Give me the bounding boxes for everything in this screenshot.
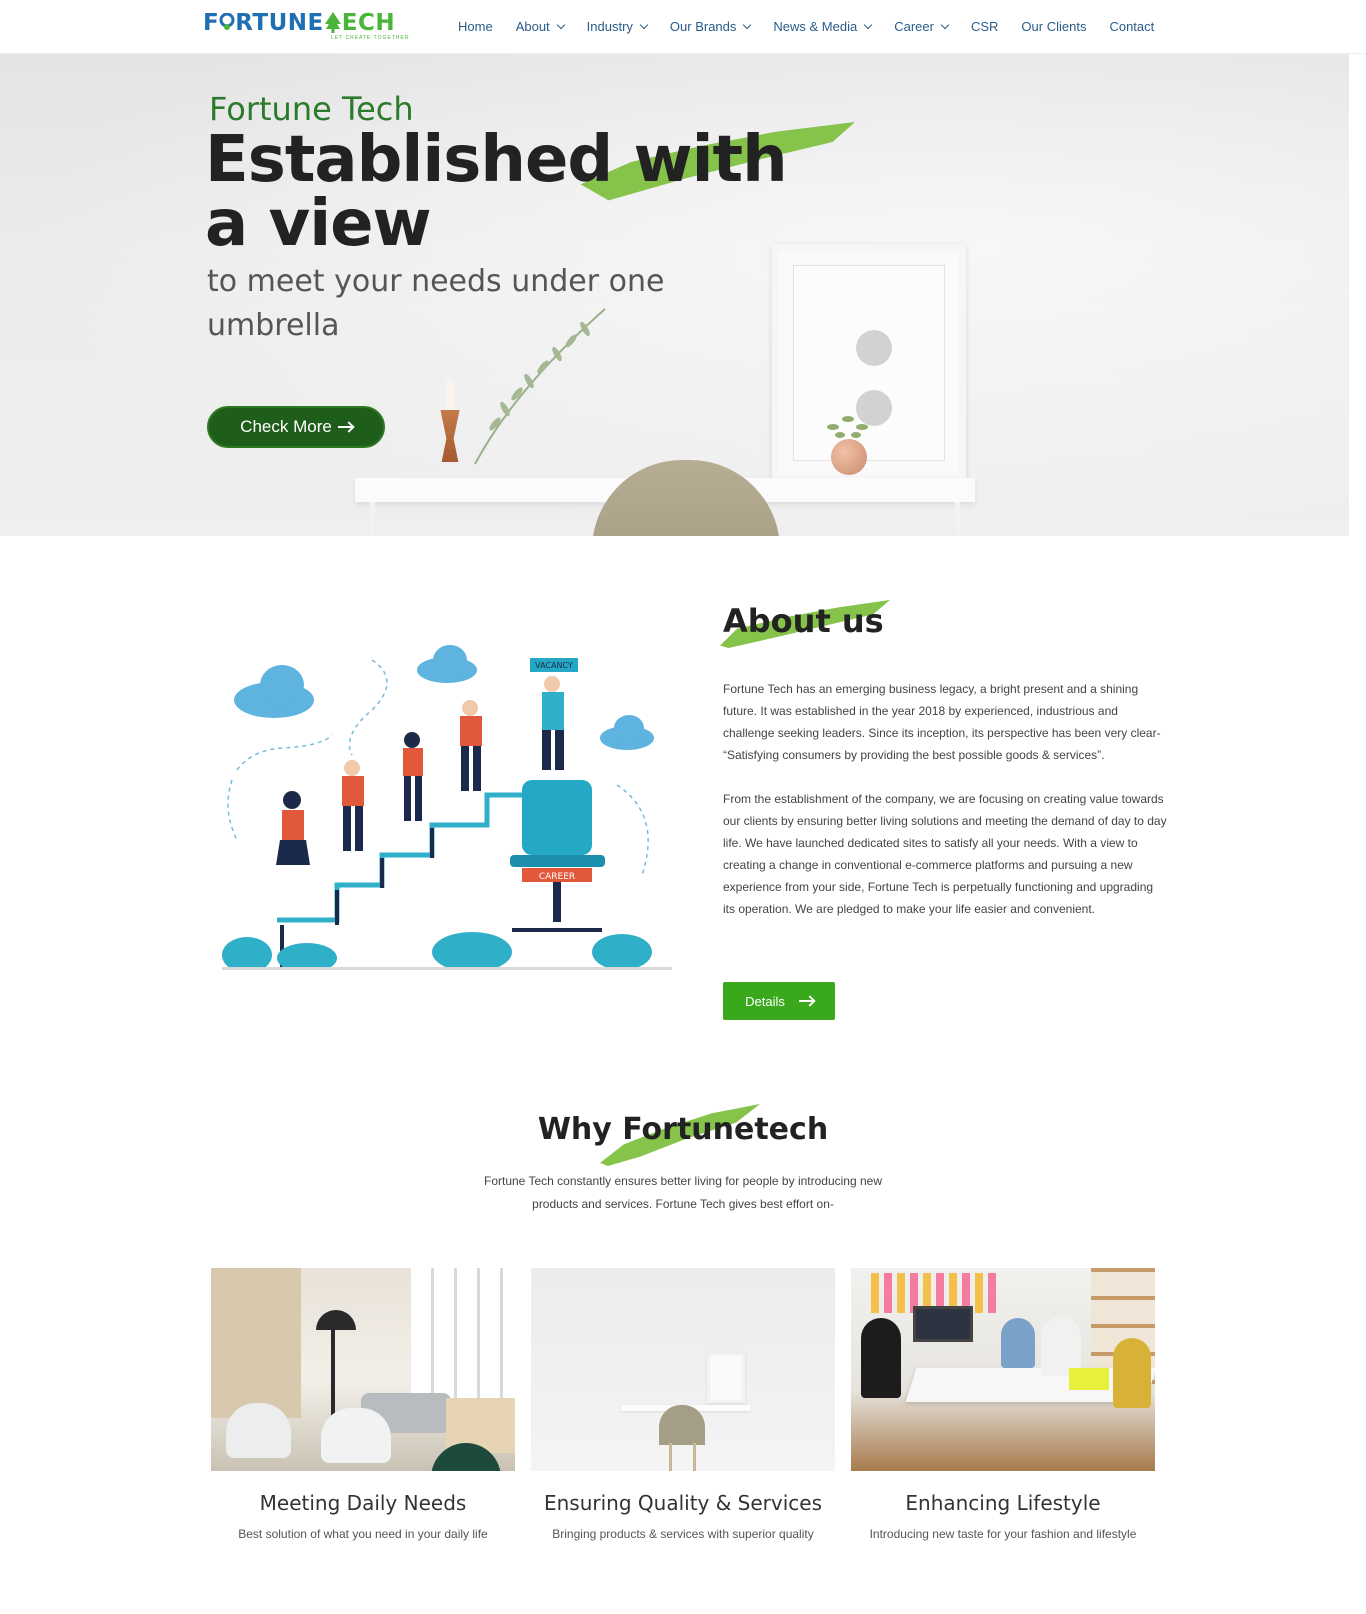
logo-pin-icon	[219, 12, 235, 30]
fortune-tech-logo[interactable]: F RTUNE ECH LET CREATE TOGETHER	[203, 10, 409, 44]
nav-our-clients-label: Our Clients	[1021, 19, 1087, 34]
chevron-down-icon	[743, 20, 752, 29]
nav-contact[interactable]: Contact	[1109, 19, 1154, 34]
candle-decor	[446, 379, 454, 411]
nav-our-clients[interactable]: Our Clients	[1021, 19, 1086, 34]
feature-card[interactable]: Meeting Daily Needs Best solution of wha…	[211, 1268, 515, 1541]
check-more-label: Check More	[240, 417, 332, 436]
hero-subtitle: to meet your needs under one umbrella	[207, 264, 665, 343]
logo-wordmark: F RTUNE ECH	[203, 10, 396, 36]
nav-home-label: Home	[458, 19, 493, 34]
nav-news-media-label: News & Media	[773, 19, 858, 34]
details-label: Details	[745, 993, 785, 1009]
card-title: Enhancing Lifestyle	[905, 1491, 1101, 1515]
nav-about-label: About	[515, 19, 550, 34]
copper-pot-decor	[831, 439, 867, 475]
card-title: Ensuring Quality & Services	[543, 1491, 823, 1515]
main-nav: Home About Industry Our Brands News & Me…	[458, 19, 1177, 34]
arrow-right-icon	[337, 426, 352, 428]
arrow-right-icon	[798, 1000, 813, 1002]
chevron-down-icon	[940, 20, 950, 29]
card-text: Bringing products & services with superi…	[552, 1527, 814, 1541]
nav-career[interactable]: Career	[894, 19, 950, 34]
why-description: Fortune Tech constantly ensures better l…	[483, 1174, 882, 1211]
details-button[interactable]: Details	[723, 982, 835, 1020]
chevron-down-icon	[639, 20, 649, 29]
nav-our-brands-label: Our Brands	[669, 19, 737, 34]
team-meeting-image	[851, 1268, 1155, 1471]
nav-industry[interactable]: Industry	[586, 19, 649, 34]
why-title: Why Fortunetech	[537, 1112, 829, 1147]
hero-title-line2: a view	[205, 187, 432, 261]
nav-news-media[interactable]: News & Media	[773, 19, 873, 34]
check-more-button[interactable]: Check More	[207, 406, 385, 448]
nav-home[interactable]: Home	[458, 19, 493, 34]
nav-about[interactable]: About	[515, 19, 565, 34]
nav-csr-label: CSR	[970, 19, 999, 34]
career-sign-label: CAREER	[539, 872, 575, 882]
about-paragraph-1: Fortune Tech has an emerging business le…	[723, 682, 1161, 762]
hero-title-line1: Established with	[205, 123, 788, 197]
feature-card[interactable]: Ensuring Quality & Services Bringing pro…	[531, 1268, 835, 1541]
chevron-down-icon	[556, 20, 565, 29]
minimal-desk-image	[531, 1268, 835, 1471]
frame-dot	[856, 330, 892, 366]
career-ladder-illustration: CAREER VACANCY	[222, 645, 672, 970]
hero-banner: Fortune Tech Established with a view to …	[0, 54, 1349, 536]
nav-career-label: Career	[894, 19, 934, 34]
hero-title: Established with a view	[205, 123, 788, 261]
feature-card[interactable]: Enhancing Lifestyle Introducing new tast…	[851, 1268, 1155, 1541]
logo-tree-icon	[324, 12, 341, 33]
chevron-down-icon	[863, 20, 873, 29]
about-title: About us	[723, 602, 884, 640]
card-text: Best solution of what you need in your d…	[238, 1527, 488, 1541]
vacancy-sign-label: VACANCY	[535, 661, 573, 670]
nav-contact-label: Contact	[1109, 19, 1155, 34]
logo-tagline: LET CREATE TOGETHER	[331, 35, 410, 41]
card-text: Introducing new taste for your fashion a…	[869, 1527, 1137, 1541]
nav-industry-label: Industry	[586, 19, 633, 34]
about-paragraph-2: From the establishment of the company, w…	[723, 792, 1167, 916]
office-lounge-image	[211, 1268, 515, 1471]
nav-csr[interactable]: CSR	[971, 19, 998, 34]
card-title: Meeting Daily Needs	[259, 1491, 467, 1515]
nav-our-brands[interactable]: Our Brands	[669, 19, 752, 34]
cloud-icon	[234, 645, 654, 750]
site-header: F RTUNE ECH LET CREATE TOGETHER Home About…	[0, 0, 1366, 54]
